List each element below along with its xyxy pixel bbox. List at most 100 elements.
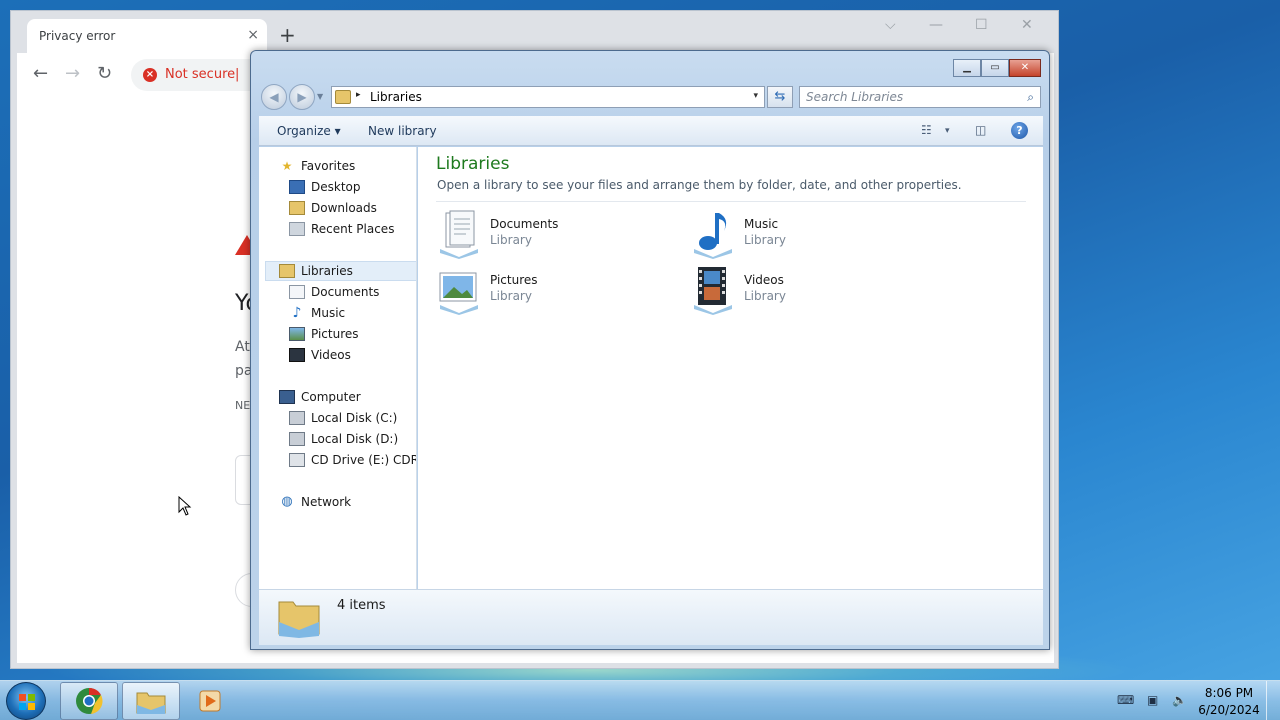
breadcrumb-libraries[interactable]: Libraries xyxy=(370,90,422,104)
search-placeholder: Search Libraries xyxy=(806,90,904,104)
nav-item-label: Recent Places xyxy=(311,222,395,236)
chrome-maximize-button[interactable]: ☐ xyxy=(975,17,988,33)
mouse-cursor-icon xyxy=(178,496,192,516)
nav-item-music[interactable]: ♪ Music xyxy=(289,303,346,323)
taskbar-chrome-button[interactable] xyxy=(60,682,118,720)
search-icon[interactable]: ⌕ xyxy=(1027,90,1034,105)
new-tab-button[interactable]: + xyxy=(279,25,296,45)
pictures-library-icon xyxy=(439,272,478,315)
nav-item-label: Videos xyxy=(311,348,351,362)
show-desktop-button[interactable] xyxy=(1266,681,1280,720)
nav-item-pictures[interactable]: Pictures xyxy=(289,324,359,344)
library-item-videos[interactable]: Videos Library xyxy=(690,265,930,317)
nav-item-desktop[interactable]: Desktop xyxy=(289,177,361,197)
change-view-icon[interactable]: ☷ xyxy=(921,123,932,137)
libraries-folder-icon xyxy=(278,601,320,638)
recent-pages-dropdown-icon[interactable]: ▼ xyxy=(317,92,323,101)
organize-label: Organize xyxy=(277,124,331,138)
breadcrumb-arrow-icon[interactable]: ▸ xyxy=(356,90,361,100)
preview-pane-icon[interactable]: ◫ xyxy=(975,123,986,137)
help-button[interactable]: ? xyxy=(1011,122,1028,139)
explorer-window-controls: ▁ ▭ ✕ xyxy=(953,59,1041,79)
command-bar: Organize ▾ New library ☷ ▾ ◫ ? xyxy=(259,116,1043,146)
clock-date: 6/20/2024 xyxy=(1198,703,1260,717)
nav-libraries[interactable]: Libraries xyxy=(279,261,353,281)
nav-item-label: Music xyxy=(311,306,346,320)
computer-icon xyxy=(279,390,295,404)
refresh-button[interactable]: ⇆ xyxy=(767,86,793,108)
explorer-maximize-button[interactable]: ▭ xyxy=(981,59,1009,77)
media-player-icon[interactable] xyxy=(199,690,221,712)
network-icon[interactable]: ▣ xyxy=(1147,693,1158,707)
music-icon: ♪ xyxy=(292,305,302,321)
not-secure-icon: × xyxy=(143,68,157,82)
chevron-down-icon: ▾ xyxy=(334,124,341,138)
windows-logo-icon xyxy=(19,694,35,710)
divider xyxy=(436,201,1026,202)
explorer-close-button[interactable]: ✕ xyxy=(1009,59,1041,77)
keyboard-icon[interactable]: ⌨ xyxy=(1117,693,1134,707)
nav-item-recent-places[interactable]: Recent Places xyxy=(289,219,394,239)
back-arrow-icon[interactable]: ← xyxy=(33,63,48,84)
library-item-music[interactable]: Music Library xyxy=(690,209,930,261)
nav-item-documents[interactable]: Documents xyxy=(289,282,379,302)
details-pane: 4 items xyxy=(259,589,1043,645)
reload-icon[interactable]: ↻ xyxy=(97,63,112,84)
library-item-documents[interactable]: Documents Library xyxy=(436,209,676,261)
address-dropdown-icon[interactable]: ▾ xyxy=(753,91,758,101)
nav-favorites-label: Favorites xyxy=(301,159,356,173)
start-button[interactable] xyxy=(6,682,46,720)
nav-network[interactable]: ◍ Network xyxy=(279,492,351,512)
nav-item-label: Desktop xyxy=(311,180,361,194)
library-type: Library xyxy=(744,289,786,303)
pictures-icon xyxy=(289,327,305,341)
forward-arrow-icon[interactable]: → xyxy=(65,63,80,84)
star-icon: ★ xyxy=(281,159,293,173)
network-icon: ◍ xyxy=(281,494,293,509)
forward-button[interactable]: ▶ xyxy=(289,84,315,110)
nav-item-local-disk-d[interactable]: Local Disk (D:) xyxy=(289,429,398,449)
libraries-icon xyxy=(279,264,295,278)
recent-places-icon xyxy=(289,222,305,236)
tab-search-icon[interactable]: ⌵ xyxy=(885,17,896,33)
explorer-window: ▁ ▭ ✕ ◀ ▶ ▼ ▸ Libraries ▾ ⇆ Search Libra… xyxy=(250,50,1050,650)
nav-computer[interactable]: Computer xyxy=(279,387,361,407)
nav-computer-label: Computer xyxy=(301,390,361,404)
taskbar: ⌨ ▣ 🔈 8:06 PM 6/20/2024 xyxy=(0,680,1280,720)
library-name: Videos xyxy=(744,273,784,287)
cd-drive-icon xyxy=(289,453,305,467)
clock-time: 8:06 PM xyxy=(1204,686,1254,700)
address-bar[interactable]: ▸ Libraries ▾ xyxy=(331,86,765,108)
new-library-button[interactable]: New library xyxy=(368,124,437,138)
library-type: Library xyxy=(744,233,786,247)
view-options-chevron-icon[interactable]: ▾ xyxy=(945,126,950,136)
chrome-close-button[interactable]: ✕ xyxy=(1021,17,1033,33)
library-name: Documents xyxy=(490,217,559,231)
tab-privacy-error[interactable]: Privacy error × xyxy=(27,19,267,53)
search-input[interactable]: Search Libraries ⌕ xyxy=(799,86,1041,108)
desktop-icon xyxy=(289,180,305,194)
explorer-minimize-button[interactable]: ▁ xyxy=(953,59,981,77)
back-button[interactable]: ◀ xyxy=(261,84,287,110)
local-disk-icon xyxy=(289,432,305,446)
nav-item-label: Pictures xyxy=(311,327,359,341)
page-title: Libraries xyxy=(436,154,510,174)
tab-title: Privacy error xyxy=(39,29,116,43)
volume-muted-icon[interactable]: 🔈 xyxy=(1172,693,1187,707)
nav-favorites[interactable]: ★ Favorites xyxy=(279,156,356,176)
taskbar-explorer-button[interactable] xyxy=(122,682,180,720)
chrome-icon xyxy=(76,687,103,714)
nav-item-downloads[interactable]: Downloads xyxy=(289,198,377,218)
videos-library-icon xyxy=(694,267,732,315)
music-library-icon xyxy=(694,213,732,259)
nav-item-videos[interactable]: Videos xyxy=(289,345,351,365)
library-item-pictures[interactable]: Pictures Library xyxy=(436,265,676,317)
chrome-minimize-button[interactable]: — xyxy=(929,17,943,33)
not-secure-label[interactable]: Not secure xyxy=(165,67,235,82)
nav-item-local-disk-c[interactable]: Local Disk (C:) xyxy=(289,408,397,428)
nav-item-cd-drive[interactable]: CD Drive (E:) CDROM xyxy=(289,450,416,470)
documents-library-icon xyxy=(440,210,478,259)
nav-item-label: Local Disk (C:) xyxy=(311,411,398,425)
tab-close-icon[interactable]: × xyxy=(247,27,259,43)
organize-button[interactable]: Organize ▾ xyxy=(277,124,341,138)
